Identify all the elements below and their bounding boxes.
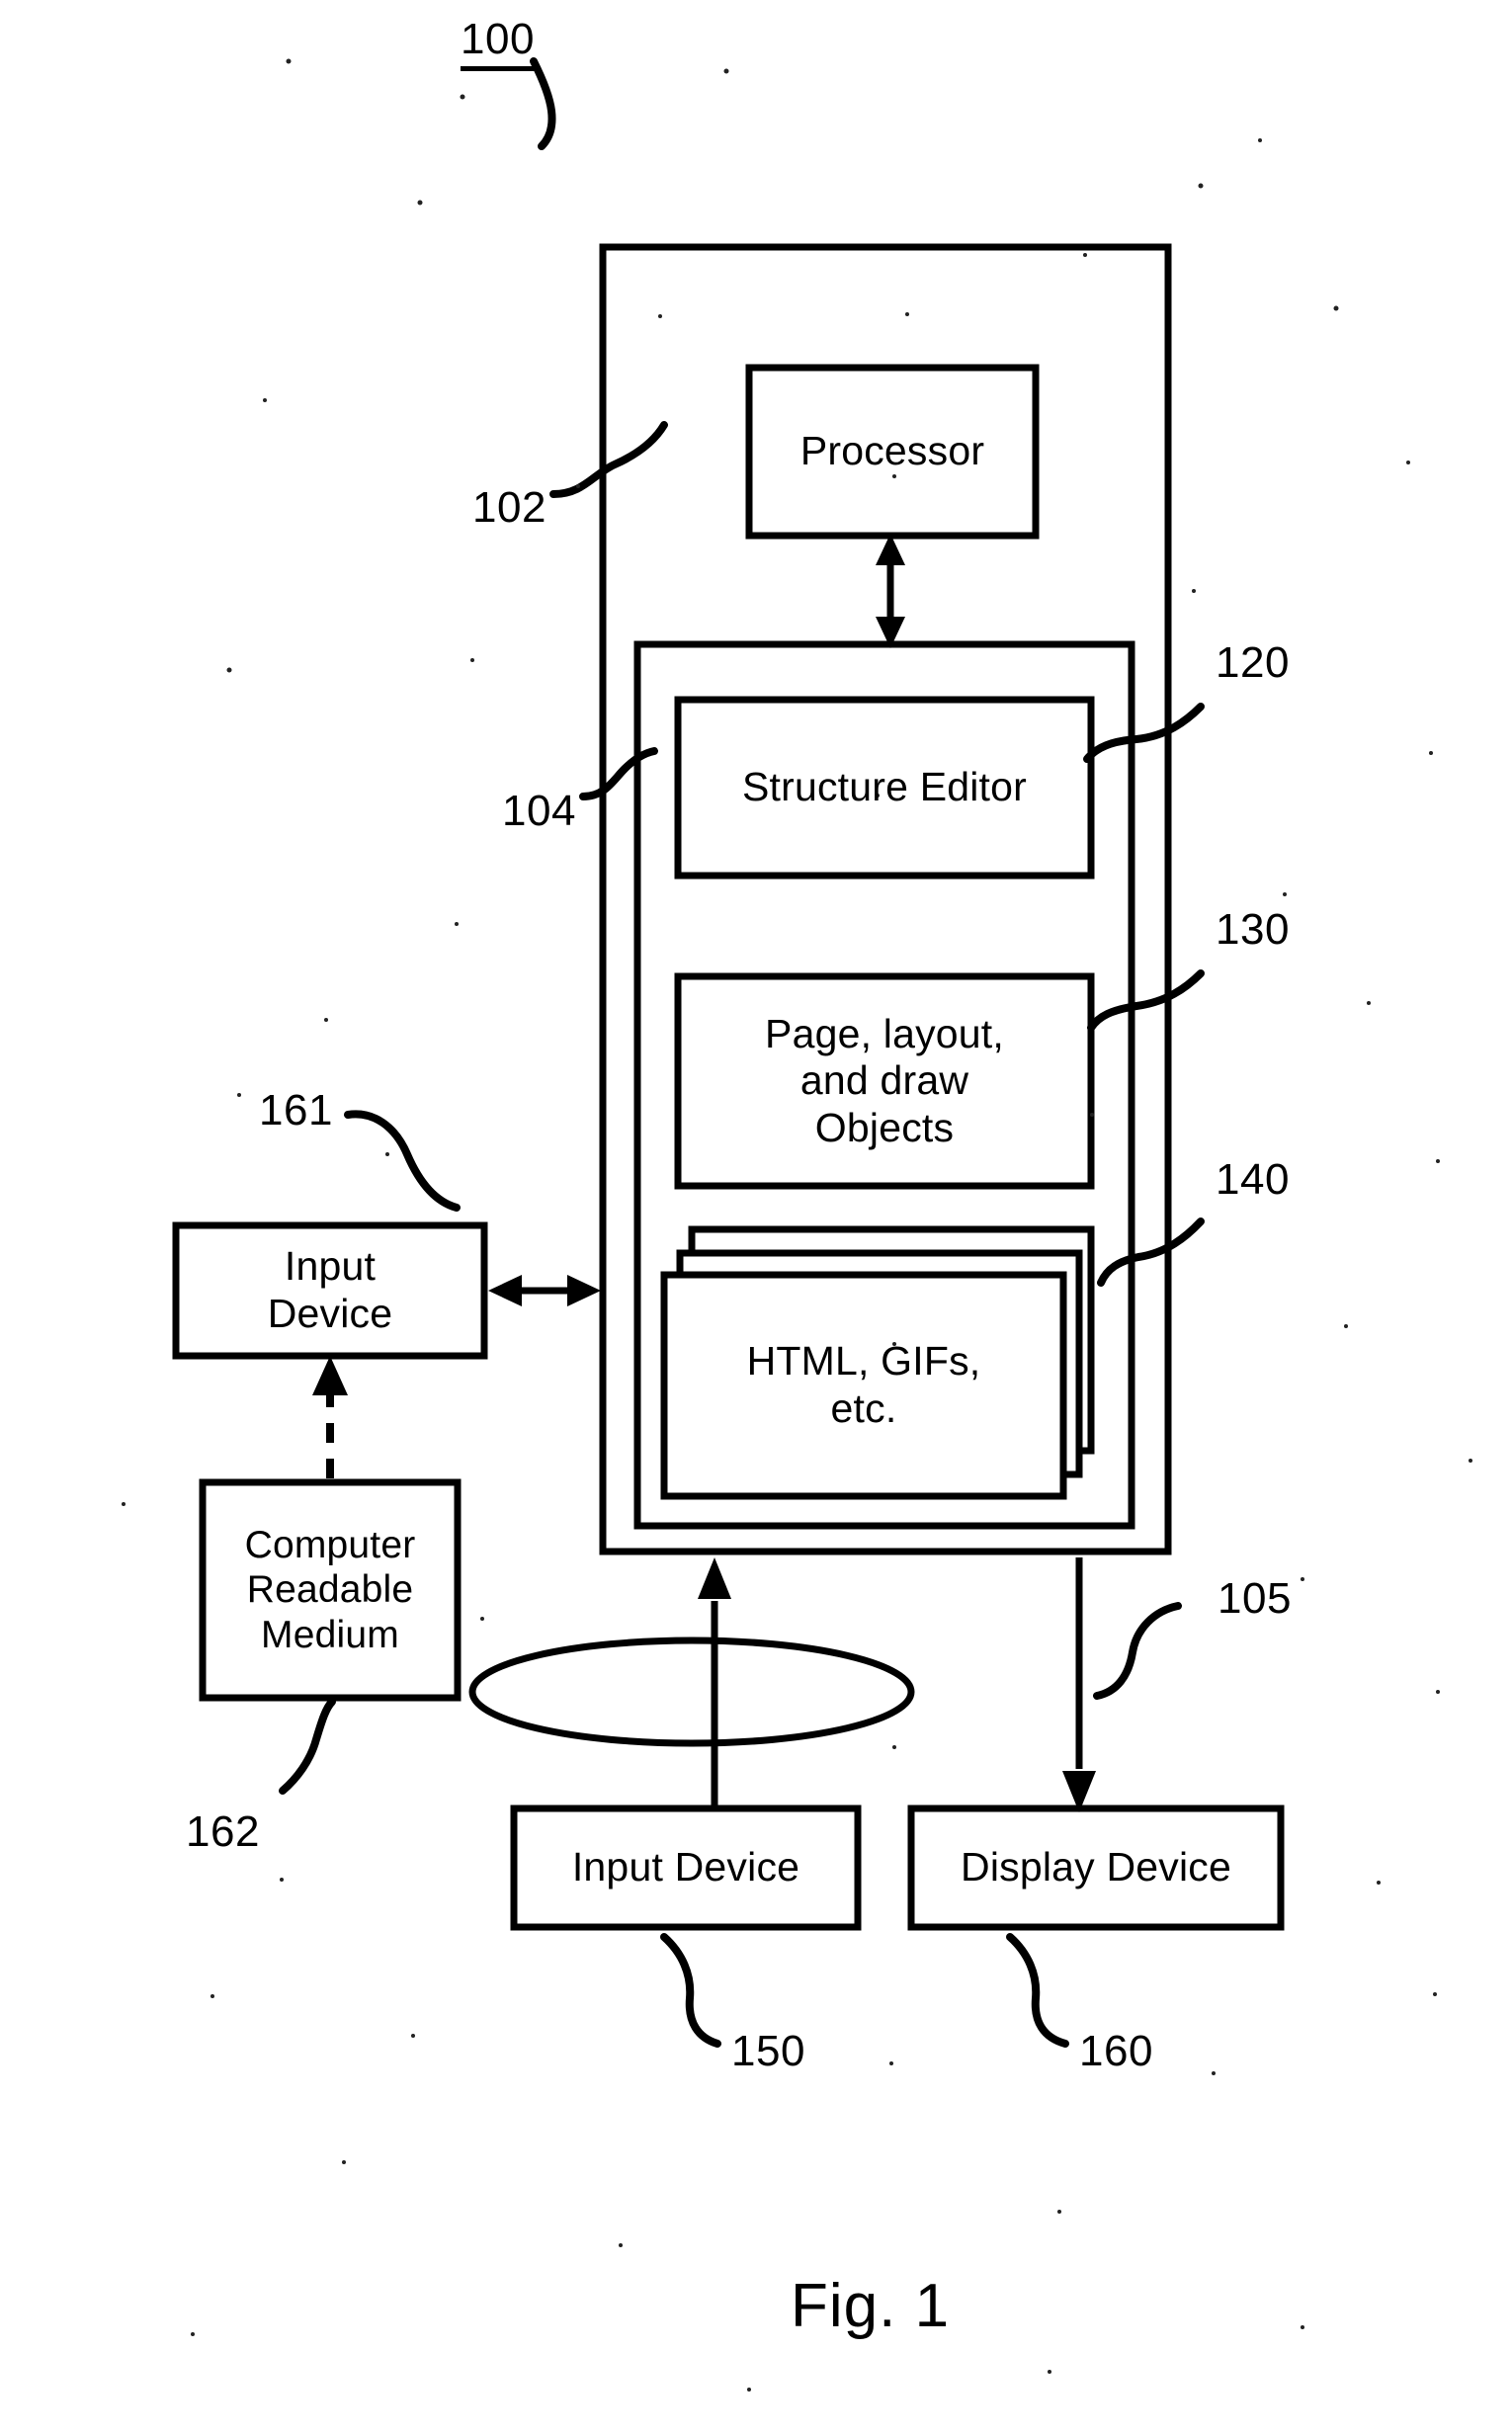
computer-readable-medium-line-3: Medium <box>261 1613 399 1656</box>
input-device-left-line-1: Input <box>284 1243 377 1290</box>
computer-readable-medium-line-1: Computer <box>244 1524 416 1567</box>
reference-130: 130 <box>1216 905 1290 954</box>
reference-162: 162 <box>186 1807 260 1856</box>
content-files-line-1: HTML, GIFs, <box>746 1338 981 1385</box>
page-layout-objects-line-3: Objects <box>814 1104 955 1150</box>
input-device-left-label: Input Device <box>176 1225 484 1356</box>
reference-161: 161 <box>259 1086 333 1134</box>
computer-readable-medium-label: Computer Readable Medium <box>203 1482 458 1698</box>
display-device-label: Display Device <box>961 1844 1231 1890</box>
bus-ellipse <box>468 1637 915 1747</box>
leader-161 <box>344 1110 461 1212</box>
figure-page: 100 102 Processor 104 Structure Editor 1… <box>0 0 1512 2435</box>
leader-160 <box>1006 1933 1069 2048</box>
reference-105: 105 <box>1218 1574 1292 1623</box>
reference-100: 100 <box>461 14 535 72</box>
page-layout-objects-line-1: Page, layout, <box>765 1010 1004 1056</box>
reference-102: 102 <box>472 483 546 532</box>
computer-readable-medium-line-2: Readable <box>246 1568 414 1612</box>
leader-104 <box>579 747 658 800</box>
leader-120 <box>1083 703 1205 763</box>
input-device-left-line-2: Device <box>267 1291 393 1336</box>
leader-105 <box>1093 1602 1182 1700</box>
leader-130 <box>1087 969 1205 1032</box>
reference-150: 150 <box>731 2027 805 2075</box>
structure-editor-label: Structure Editor <box>741 764 1028 810</box>
leader-150 <box>660 1933 721 2048</box>
content-files-line-2: etc. <box>830 1385 897 1431</box>
leader-100 <box>530 57 556 150</box>
processor-label: Processor <box>799 428 985 474</box>
reference-140: 140 <box>1216 1155 1290 1204</box>
arrowhead-left-input-device <box>488 1275 522 1306</box>
input-device-bottom-label: Input Device <box>571 1844 800 1890</box>
figure-caption: Fig. 1 <box>791 2272 951 2340</box>
page-layout-objects-line-2: and draw <box>799 1057 969 1104</box>
content-files-label: HTML, GIFs, etc. <box>664 1275 1063 1496</box>
page-layout-objects-label: Page, layout, and draw Objects <box>678 976 1091 1186</box>
arrowhead-right-computer <box>567 1275 601 1306</box>
leader-102 <box>549 421 668 498</box>
arrowhead-up-computer <box>698 1557 731 1599</box>
reference-120: 120 <box>1216 638 1290 687</box>
leader-162 <box>279 1698 336 1795</box>
leader-140 <box>1097 1218 1205 1287</box>
reference-160: 160 <box>1079 2027 1153 2075</box>
reference-104: 104 <box>502 787 576 835</box>
arrowhead-up-input-device-left <box>312 1356 348 1395</box>
